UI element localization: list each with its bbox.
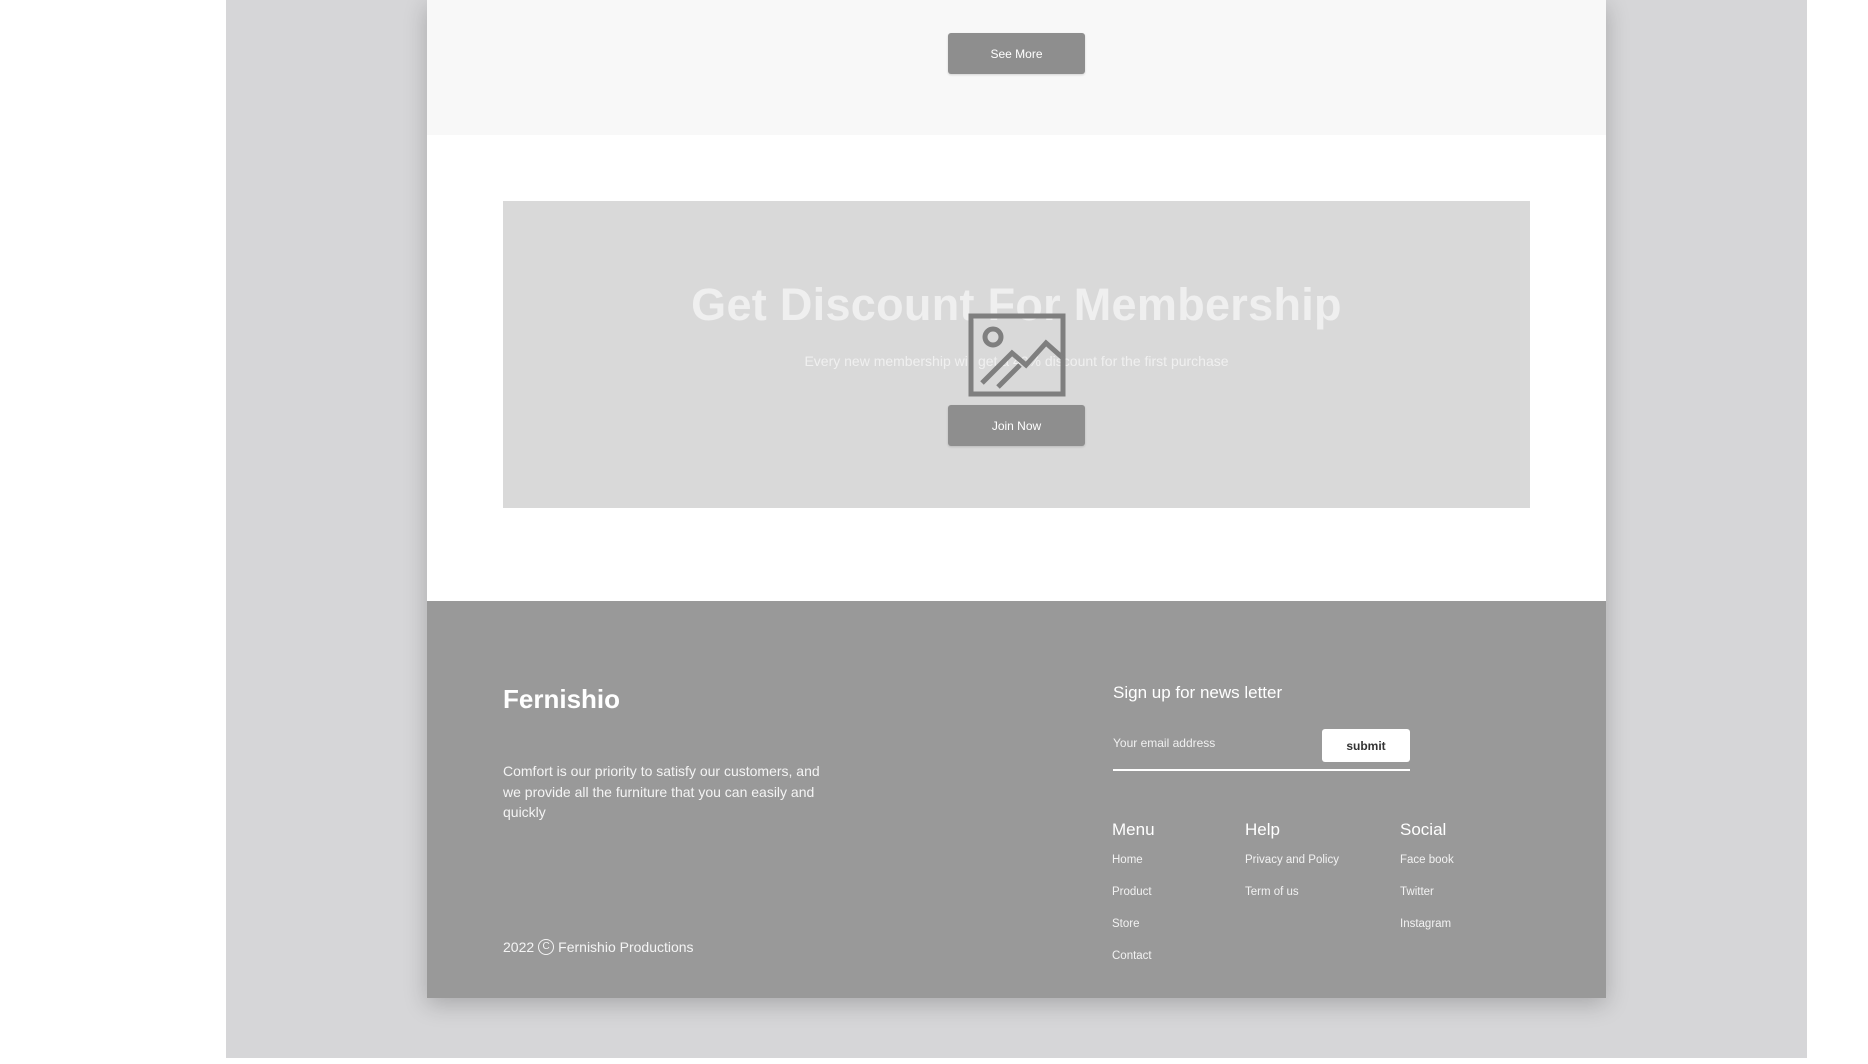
footer-link-terms[interactable]: Term of us [1245,885,1339,917]
copyright-name: Fernishio Productions [558,939,694,955]
menu-column-title: Menu [1112,820,1155,839]
newsletter-email-input[interactable] [1113,728,1313,758]
footer-description: Comfort is our priority to satisfy our c… [503,763,820,820]
footer-link-twitter[interactable]: Twitter [1400,885,1454,917]
footer-link-store[interactable]: Store [1112,917,1155,949]
footer-social-column: Social Face book Twitter Instagram [1400,820,1454,949]
footer-link-privacy-policy[interactable]: Privacy and Policy [1245,853,1339,885]
page-frame: See More Get Discount For Membership Eve… [427,0,1606,998]
footer-help-column: Help Privacy and Policy Term of us [1245,820,1339,917]
products-section-bottom: See More [427,0,1606,135]
footer-menu-column: Menu Home Product Store Contact [1112,820,1155,981]
social-column-title: Social [1400,820,1447,839]
newsletter-submit-button[interactable]: submit [1322,729,1410,762]
footer-link-contact[interactable]: Contact [1112,949,1155,981]
copyright-icon: C [538,939,555,955]
copyright-year: 2022 [503,939,535,955]
footer-brand: Fernishio [503,684,621,714]
help-column-title: Help [1245,820,1280,839]
see-more-button[interactable]: See More [948,33,1085,74]
newsletter-title: Sign up for news letter [1113,683,1283,702]
site-footer: Fernishio Comfort is our priority to sat… [427,601,1606,998]
footer-link-instagram[interactable]: Instagram [1400,917,1454,949]
join-now-button[interactable]: Join Now [948,405,1085,446]
footer-link-home[interactable]: Home [1112,853,1155,885]
copyright: 2022 C Fernishio Productions [503,939,694,955]
newsletter-input-underline [1113,769,1410,771]
footer-link-product[interactable]: Product [1112,885,1155,917]
footer-link-facebook[interactable]: Face book [1400,853,1454,885]
membership-banner: Get Discount For Membership Every new me… [503,201,1530,508]
image-placeholder-icon [968,313,1066,397]
